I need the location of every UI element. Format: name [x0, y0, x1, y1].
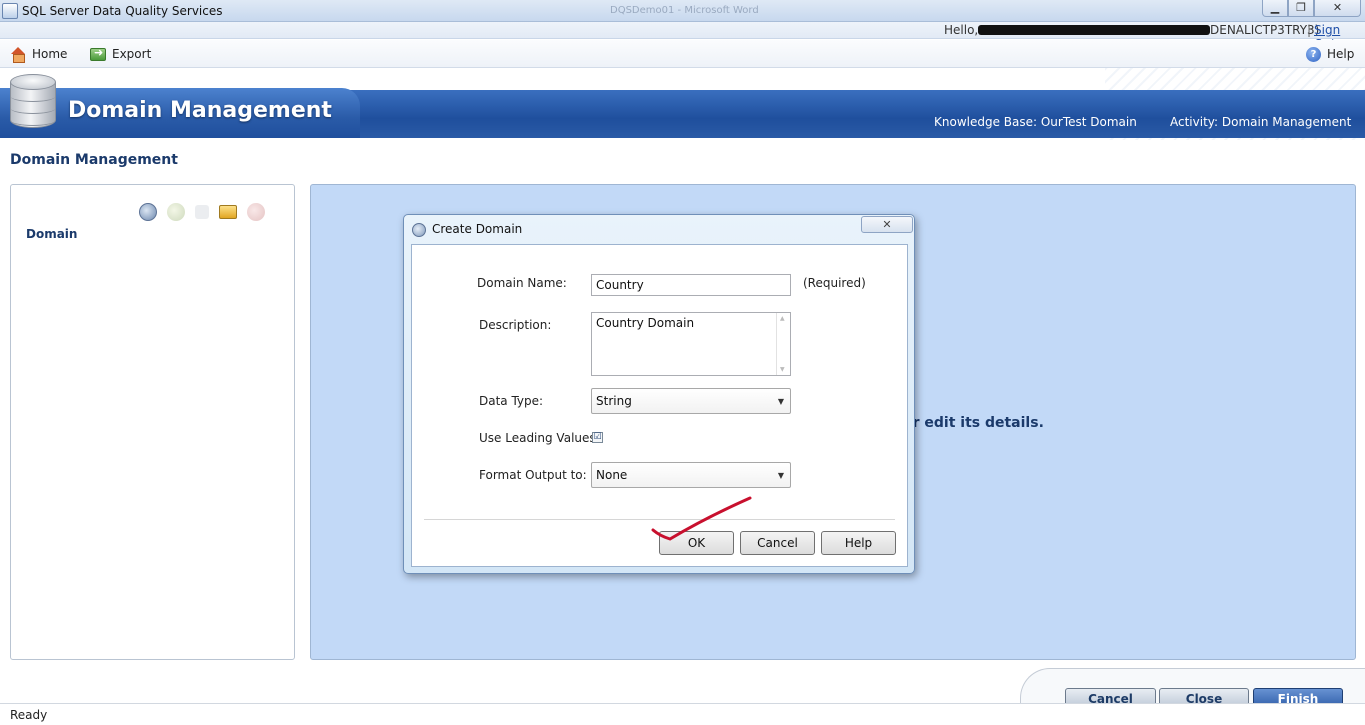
main-toolbar: Home Export ? Help	[0, 40, 1365, 68]
description-value: Country Domain	[596, 316, 695, 330]
domain-list-panel: Domain	[10, 184, 295, 660]
details-hint-text: or edit its details.	[903, 415, 1044, 431]
home-button[interactable]: Home	[10, 45, 67, 63]
database-icon	[10, 74, 56, 132]
background-window-title: DQSDemo01 - Microsoft Word	[610, 5, 759, 16]
format-output-label: Format Output to:	[479, 468, 587, 482]
help-label: Help	[1327, 47, 1355, 61]
format-output-value: None	[596, 468, 628, 482]
export-domain-icon[interactable]	[219, 205, 237, 219]
export-label: Export	[112, 47, 152, 61]
import-domain-icon[interactable]	[167, 203, 185, 221]
scroll-up-icon[interactable]: ▲	[780, 315, 785, 322]
domain-toolbar	[139, 203, 265, 221]
window-title: SQL Server Data Quality Services	[22, 4, 223, 18]
dialog-close-button[interactable]: ✕	[861, 216, 913, 233]
data-type-label: Data Type:	[479, 394, 544, 408]
use-leading-values-label: Use Leading Values	[479, 431, 596, 445]
home-label: Home	[32, 47, 68, 61]
dialog-help-button[interactable]: Help	[821, 531, 896, 555]
maximize-button[interactable]: ❐	[1288, 0, 1314, 17]
domain-column-header: Domain	[26, 227, 78, 241]
help-button[interactable]: ? Help	[1306, 45, 1354, 63]
export-icon	[90, 46, 106, 61]
use-leading-values-checkbox[interactable]: ☑	[592, 432, 603, 443]
delete-domain-icon[interactable]	[247, 203, 265, 221]
data-type-value: String	[596, 394, 632, 408]
description-label: Description:	[479, 318, 552, 332]
status-bar: Ready	[0, 703, 1365, 725]
chevron-down-icon: ▼	[777, 397, 784, 406]
format-output-select[interactable]: None ▼	[591, 462, 791, 488]
domain-name-input[interactable]: Country	[591, 274, 791, 296]
app-icon	[2, 3, 18, 19]
userbar-separator: |	[1307, 23, 1312, 37]
status-text: Ready	[10, 708, 48, 722]
user-server-text: DENALICTP3TRY3)	[1210, 23, 1320, 37]
scroll-down-icon[interactable]: ▼	[780, 366, 785, 373]
redacted-username	[978, 25, 1210, 35]
chevron-down-icon: ▼	[777, 471, 784, 480]
greeting-text: Hello,	[944, 23, 979, 37]
required-note: (Required)	[803, 276, 866, 290]
banner-heading: Domain Management	[68, 98, 332, 123]
help-icon: ?	[1306, 46, 1321, 62]
domain-name-label: Domain Name:	[477, 276, 567, 290]
activity-label: Activity: Domain Management	[1170, 115, 1352, 129]
data-type-select[interactable]: String ▼	[591, 388, 791, 414]
export-button[interactable]: Export	[90, 45, 151, 63]
description-scrollbar[interactable]: ▲ ▼	[776, 313, 790, 375]
home-icon	[10, 47, 26, 63]
header-banner: Domain Management Knowledge Base: OurTes…	[0, 68, 1365, 140]
window-close-button[interactable]: ✕	[1314, 0, 1361, 17]
minimize-button[interactable]: ▁	[1262, 0, 1288, 17]
window-titlebar: SQL Server Data Quality Services DQSDemo…	[0, 0, 1365, 22]
description-input[interactable]: Country Domain ▲ ▼	[591, 312, 791, 376]
dialog-icon	[412, 223, 426, 237]
user-bar: Hello, DENALICTP3TRY3) | Sign Out	[0, 22, 1365, 51]
dialog-title: Create Domain	[432, 222, 523, 236]
create-domain-icon[interactable]	[139, 203, 157, 221]
duplicate-domain-icon[interactable]	[195, 205, 209, 219]
page-title: Domain Management	[10, 152, 178, 168]
annotation-checkmark	[651, 496, 752, 541]
knowledge-base-label: Knowledge Base: OurTest Domain	[934, 115, 1137, 129]
